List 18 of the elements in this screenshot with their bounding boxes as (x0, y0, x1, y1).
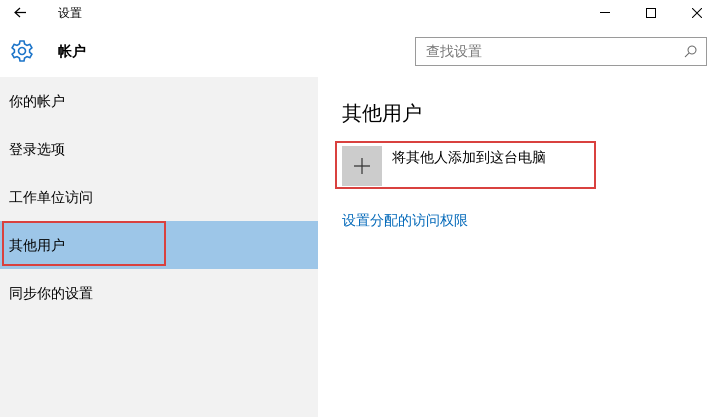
search-icon (684, 44, 697, 58)
close-icon (692, 8, 702, 18)
sidebar-item[interactable]: 同步你的设置 (0, 269, 318, 317)
section-title: 其他用户 (342, 102, 422, 127)
page-title: 帐户 (58, 42, 86, 60)
window-title: 设置 (58, 4, 82, 22)
sidebar-item[interactable]: 其他用户 (0, 221, 318, 269)
back-arrow-icon (14, 7, 26, 18)
plus-icon (354, 158, 370, 174)
minimize-icon (600, 12, 610, 13)
settings-icon (10, 39, 34, 63)
access-link[interactable]: 设置分配的访问权限 (342, 210, 468, 231)
search-field[interactable]: 查找设置 (415, 36, 707, 66)
sidebar-item[interactable]: 工作单位访问 (0, 173, 318, 221)
add-user-label[interactable]: 将其他人添加到这台电脑 (392, 147, 546, 168)
maximize-icon (646, 8, 656, 18)
sidebar-item[interactable]: 登录选项 (0, 125, 318, 173)
sidebar-item[interactable]: 你的帐户 (0, 77, 318, 125)
